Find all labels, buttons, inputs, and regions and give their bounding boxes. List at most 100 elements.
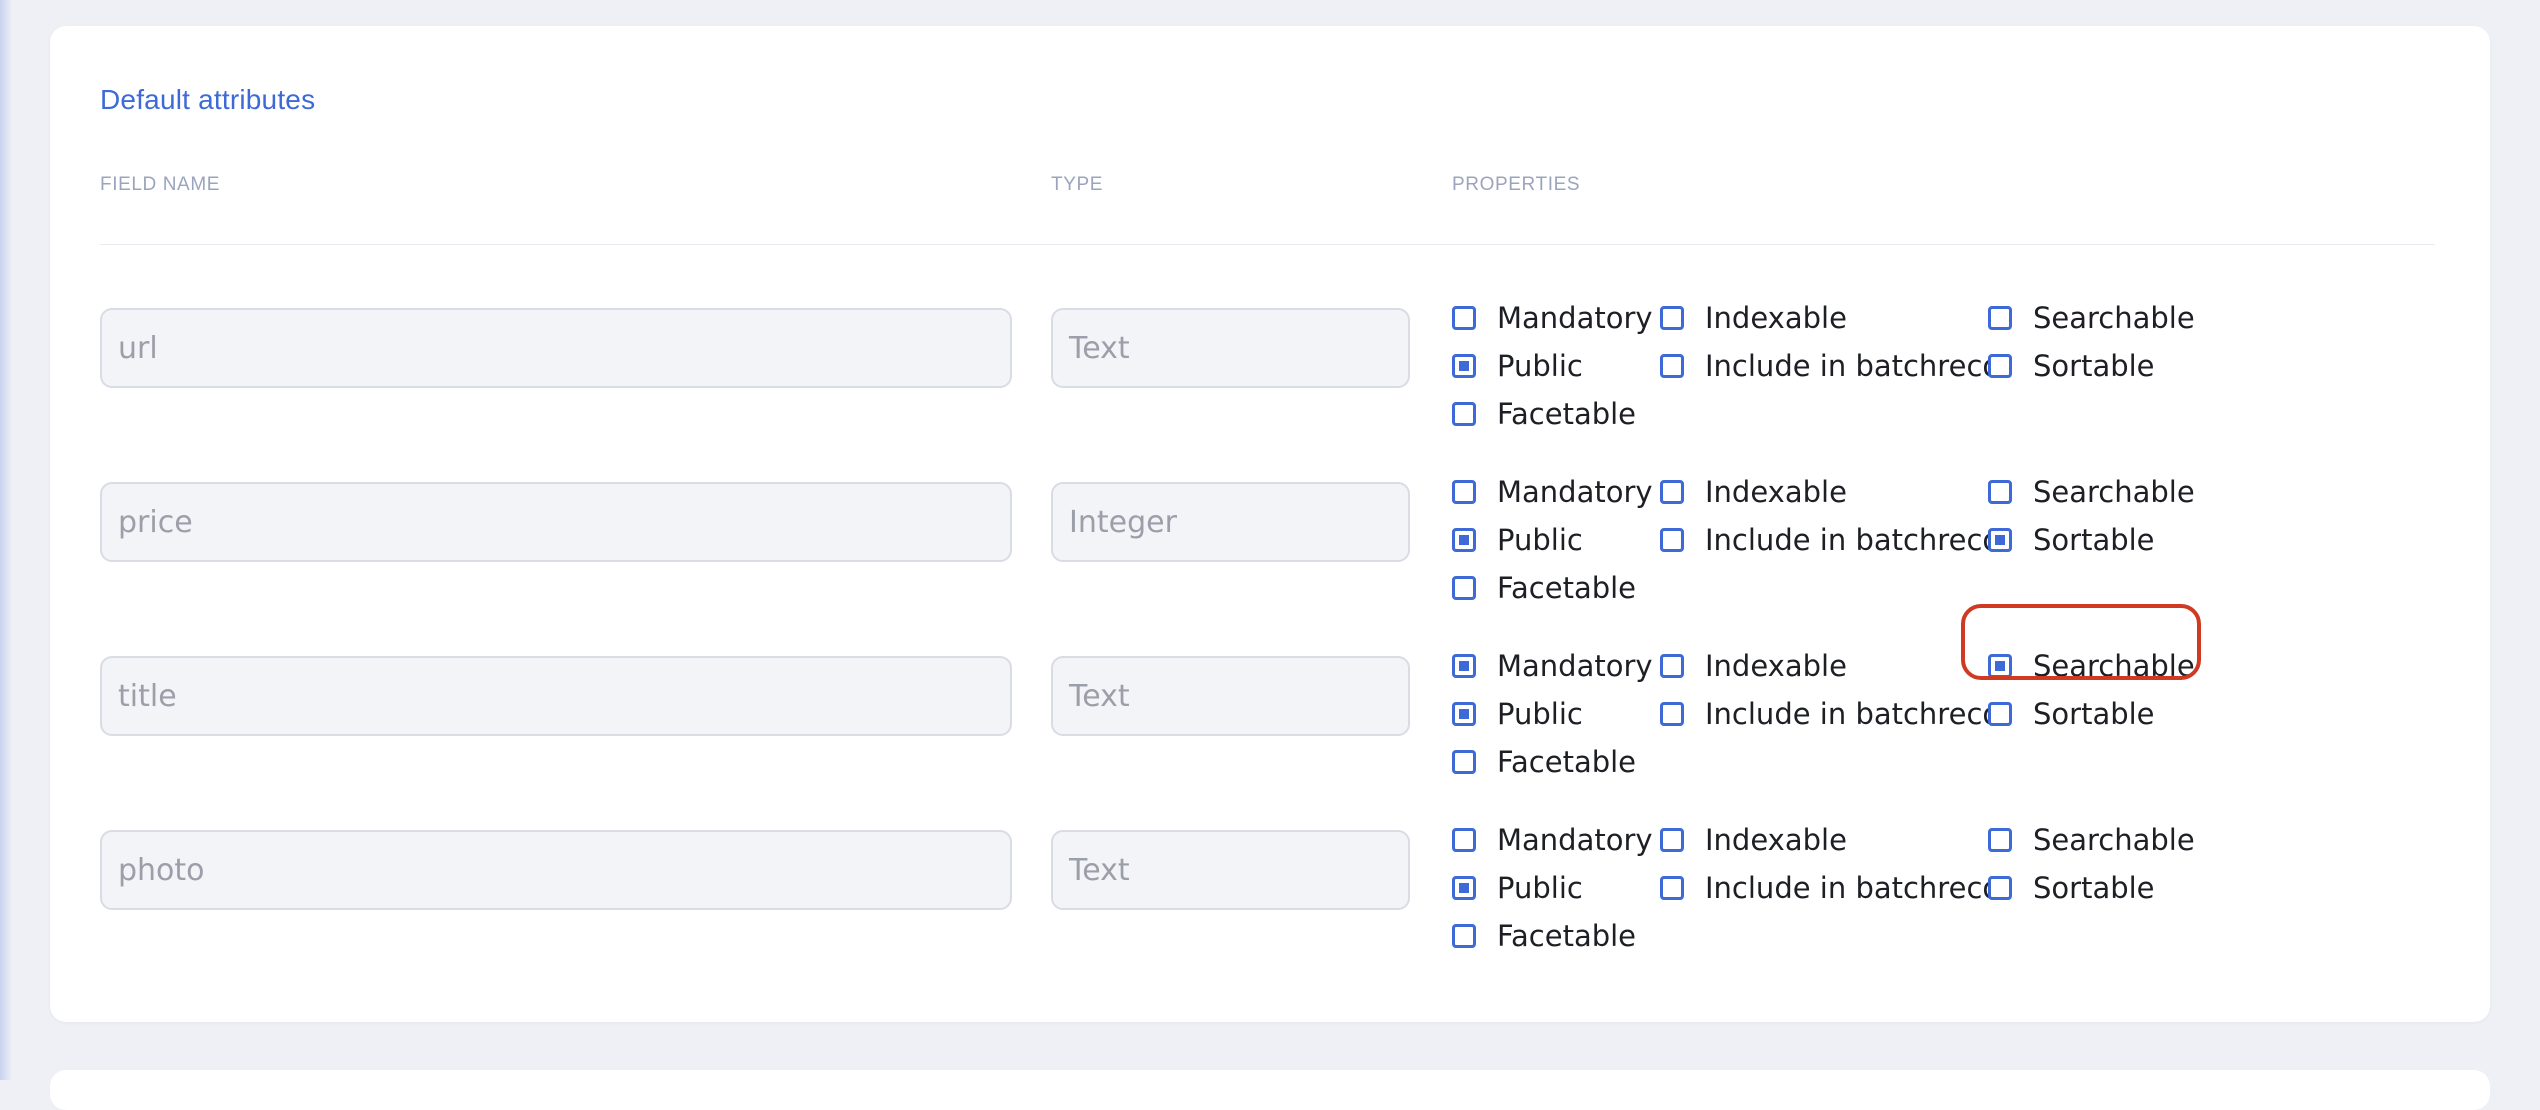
header-divider — [100, 244, 2435, 245]
checkbox-icon[interactable] — [1660, 702, 1684, 726]
facetable-checkbox[interactable]: Facetable — [1452, 568, 1636, 608]
checkbox-label: Public — [1497, 871, 1583, 905]
public-checkbox[interactable]: Public — [1452, 868, 1583, 908]
checkbox-icon[interactable] — [1452, 480, 1476, 504]
sidebar-edge — [0, 0, 12, 1080]
sortable-checkbox[interactable]: Sortable — [1988, 346, 2155, 386]
checkbox-icon[interactable] — [1452, 924, 1476, 948]
checkbox-icon[interactable] — [1660, 828, 1684, 852]
checkbox-icon[interactable] — [1452, 876, 1476, 900]
attribute-row-title: title Text Mandatory Indexable Searchabl… — [50, 649, 2490, 830]
include-in-batchreco-checkbox[interactable]: Include in batchreco — [1660, 868, 2000, 908]
checkbox-icon[interactable] — [1660, 876, 1684, 900]
field-name-input[interactable]: url — [100, 308, 1012, 388]
checkbox-icon[interactable] — [1988, 876, 2012, 900]
checkbox-label: Facetable — [1497, 745, 1637, 779]
public-checkbox[interactable]: Public — [1452, 346, 1583, 386]
checkbox-label: Mandatory — [1497, 475, 1653, 509]
checkbox-icon[interactable] — [1452, 576, 1476, 600]
checkbox-icon[interactable] — [1660, 528, 1684, 552]
column-header-field-name: FIELD NAME — [100, 174, 221, 195]
checkbox-label: Indexable — [1705, 649, 1847, 683]
facetable-checkbox[interactable]: Facetable — [1452, 916, 1636, 956]
checkbox-label: Facetable — [1497, 397, 1637, 431]
checkbox-label: Searchable — [2033, 301, 2195, 335]
include-in-batchreco-checkbox[interactable]: Include in batchreco — [1660, 346, 2000, 386]
sortable-checkbox[interactable]: Sortable — [1988, 520, 2155, 560]
checkbox-label: Include in batchreco — [1705, 871, 2001, 905]
checkbox-label: Include in batchreco — [1705, 697, 2001, 731]
checkbox-icon[interactable] — [1988, 654, 2012, 678]
checkbox-icon[interactable] — [1452, 702, 1476, 726]
facetable-checkbox[interactable]: Facetable — [1452, 394, 1636, 434]
field-type-select[interactable]: Text — [1051, 656, 1410, 736]
include-in-batchreco-checkbox[interactable]: Include in batchreco — [1660, 520, 2000, 560]
searchable-checkbox[interactable]: Searchable — [1988, 646, 2195, 686]
checkbox-label: Facetable — [1497, 571, 1637, 605]
facetable-checkbox[interactable]: Facetable — [1452, 742, 1636, 782]
checkbox-label: Sortable — [2033, 349, 2155, 383]
field-type-select[interactable]: Text — [1051, 830, 1410, 910]
searchable-checkbox[interactable]: Searchable — [1988, 820, 2195, 860]
public-checkbox[interactable]: Public — [1452, 520, 1583, 560]
checkbox-icon[interactable] — [1452, 402, 1476, 426]
checkbox-label: Mandatory — [1497, 823, 1653, 857]
checkbox-icon[interactable] — [1660, 654, 1684, 678]
field-name-input[interactable]: price — [100, 482, 1012, 562]
indexable-checkbox[interactable]: Indexable — [1660, 472, 1847, 512]
checkbox-icon[interactable] — [1988, 354, 2012, 378]
checkbox-label: Searchable — [2033, 649, 2195, 683]
mandatory-checkbox[interactable]: Mandatory — [1452, 820, 1653, 860]
indexable-checkbox[interactable]: Indexable — [1660, 646, 1847, 686]
checkbox-label: Sortable — [2033, 523, 2155, 557]
attribute-row-price: price Integer Mandatory Indexable Search… — [50, 475, 2490, 656]
column-header-type: TYPE — [1051, 174, 1104, 195]
mandatory-checkbox[interactable]: Mandatory — [1452, 646, 1653, 686]
field-type-select[interactable]: Text — [1051, 308, 1410, 388]
checkbox-label: Sortable — [2033, 697, 2155, 731]
field-name-input[interactable]: photo — [100, 830, 1012, 910]
checkbox-icon[interactable] — [1660, 480, 1684, 504]
field-name-input[interactable]: title — [100, 656, 1012, 736]
checkbox-label: Public — [1497, 697, 1583, 731]
checkbox-icon[interactable] — [1660, 306, 1684, 330]
checkbox-icon[interactable] — [1452, 654, 1476, 678]
searchable-checkbox[interactable]: Searchable — [1988, 298, 2195, 338]
checkbox-icon[interactable] — [1988, 306, 2012, 330]
include-in-batchreco-checkbox[interactable]: Include in batchreco — [1660, 694, 2000, 734]
sortable-checkbox[interactable]: Sortable — [1988, 694, 2155, 734]
attribute-row-photo: photo Text Mandatory Indexable Searchabl… — [50, 823, 2490, 1004]
checkbox-label: Public — [1497, 349, 1583, 383]
checkbox-icon[interactable] — [1452, 750, 1476, 774]
checkbox-icon[interactable] — [1452, 828, 1476, 852]
next-card — [50, 1070, 2490, 1110]
field-type-select[interactable]: Integer — [1051, 482, 1410, 562]
checkbox-icon[interactable] — [1988, 528, 2012, 552]
checkbox-label: Mandatory — [1497, 649, 1653, 683]
sortable-checkbox[interactable]: Sortable — [1988, 868, 2155, 908]
checkbox-icon[interactable] — [1988, 702, 2012, 726]
checkbox-label: Indexable — [1705, 301, 1847, 335]
public-checkbox[interactable]: Public — [1452, 694, 1583, 734]
checkbox-label: Include in batchreco — [1705, 349, 2001, 383]
checkbox-icon[interactable] — [1452, 354, 1476, 378]
attribute-row-url: url Text Mandatory Indexable Searchable … — [50, 301, 2490, 482]
checkbox-label: Searchable — [2033, 823, 2195, 857]
checkbox-icon[interactable] — [1452, 306, 1476, 330]
checkbox-label: Include in batchreco — [1705, 523, 2001, 557]
searchable-checkbox[interactable]: Searchable — [1988, 472, 2195, 512]
mandatory-checkbox[interactable]: Mandatory — [1452, 472, 1653, 512]
checkbox-label: Indexable — [1705, 475, 1847, 509]
checkbox-label: Sortable — [2033, 871, 2155, 905]
checkbox-icon[interactable] — [1452, 528, 1476, 552]
indexable-checkbox[interactable]: Indexable — [1660, 298, 1847, 338]
checkbox-icon[interactable] — [1660, 354, 1684, 378]
column-header-properties: PROPERTIES — [1452, 174, 1581, 195]
section-title: Default attributes — [100, 84, 316, 115]
checkbox-label: Facetable — [1497, 919, 1637, 953]
indexable-checkbox[interactable]: Indexable — [1660, 820, 1847, 860]
checkbox-label: Searchable — [2033, 475, 2195, 509]
checkbox-icon[interactable] — [1988, 480, 2012, 504]
mandatory-checkbox[interactable]: Mandatory — [1452, 298, 1653, 338]
checkbox-icon[interactable] — [1988, 828, 2012, 852]
